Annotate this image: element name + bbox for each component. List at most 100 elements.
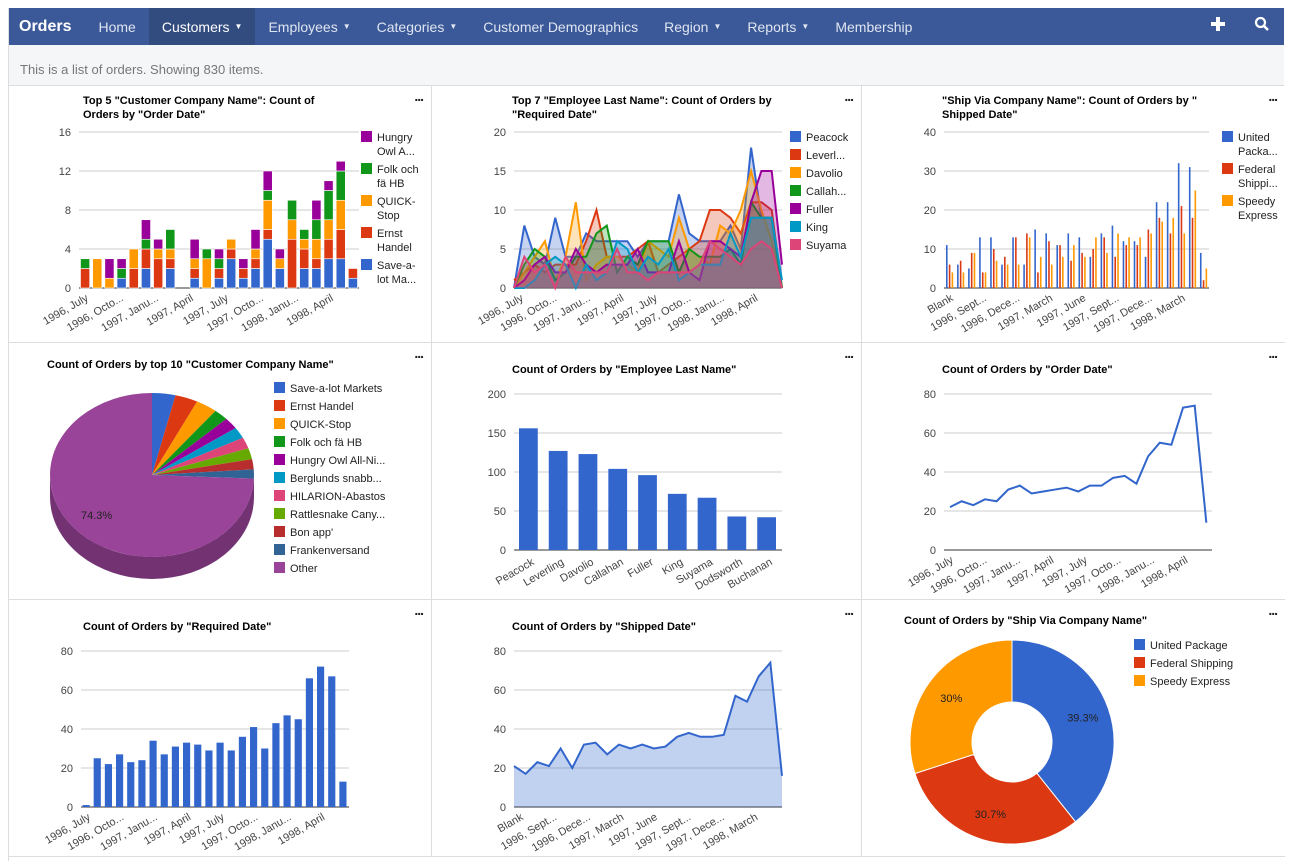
bar [1191,217,1194,288]
bar-segment [299,229,310,240]
chart-title: Count of Orders by "Required Date" [83,621,271,633]
bar [1139,237,1141,288]
nav-item-customer-demographics[interactable]: Customer Demographics [470,8,651,45]
bar [1106,252,1108,288]
bar-segment [116,258,127,269]
bar-segment [128,268,139,289]
bar-segment [250,258,261,269]
y-tick-label: 4 [65,244,71,256]
bar [1169,233,1172,288]
more-options-icon[interactable]: ... [1268,88,1278,104]
bar [519,428,538,550]
y-tick-label: 60 [924,428,936,440]
bar-segment [335,170,346,201]
legend-swatch [361,195,372,206]
nav-item-region[interactable]: Region ▼ [651,8,734,45]
bar [1122,241,1125,288]
caret-down-icon: ▼ [801,22,810,31]
bar [957,264,959,288]
chart-svg: Count of Orders by "Ship Via Company Nam… [904,615,1233,845]
more-options-icon[interactable]: ... [414,602,424,618]
bar [127,762,135,807]
bar [968,268,970,288]
chart-panel-5: ... Count of Orders by "Employee Last Nam… [432,343,862,600]
nav-item-employees[interactable]: Employees ▼ [255,8,363,45]
legend-swatch [1222,163,1233,174]
bar [667,493,687,550]
bar [1070,260,1072,288]
bar [1089,256,1092,288]
bar [160,754,168,807]
nav-item-categories[interactable]: Categories ▼ [364,8,471,45]
nav-menu: Home Customers ▼ Employees ▼ Categories ▼ Custo… [85,8,925,45]
plus-icon[interactable] [1196,15,1240,38]
chart-title: Top 5 "Customer Company Name": Count of [83,95,315,107]
bar [1128,237,1130,288]
bar [1150,233,1152,288]
more-options-icon[interactable]: ... [844,602,854,618]
bar-segment [214,258,224,269]
legend-label: Berglunds snabb... [290,473,382,485]
area-fill [514,662,782,807]
y-tick-label: 50 [494,506,506,518]
caret-down-icon: ▼ [234,22,243,31]
more-options-icon[interactable]: ... [414,88,424,104]
bar-segment [153,248,164,260]
bar [171,746,179,807]
legend-swatch [274,382,285,393]
bar-segment [311,258,322,269]
bar [183,742,191,807]
bar [1017,264,1020,288]
x-tick-label: Fuller [626,556,656,580]
bar [149,740,157,807]
legend-label: Hungry Owl All-Ni... [290,455,385,467]
brand-title[interactable]: Orders [9,18,85,36]
bar [1147,229,1150,288]
bar [339,781,347,807]
bar-segment [274,258,285,269]
chart-title: "Ship Via Company Name": Count of Orders… [942,95,1197,107]
y-tick-label: 80 [61,646,73,658]
legend-swatch [790,239,801,250]
bar [984,272,987,288]
legend-label: Hungry [377,132,413,144]
more-options-icon[interactable]: ... [844,88,854,104]
more-options-icon[interactable]: ... [414,345,424,361]
bar [990,237,992,288]
more-options-icon[interactable]: ... [844,345,854,361]
bar [1045,233,1047,288]
legend-swatch [274,490,285,501]
nav-item-home[interactable]: Home [85,8,148,45]
y-tick-label: 20 [494,763,506,775]
bar [1103,237,1105,288]
bar-segment [226,248,237,260]
bar-segment [335,199,346,230]
bar-segment [201,258,212,289]
bar-segment [335,258,346,289]
nav-item-reports[interactable]: Reports ▼ [734,8,822,45]
y-tick-label: 10 [494,205,506,217]
bar [116,754,124,807]
y-tick-label: 5 [500,244,506,256]
bar [1155,202,1158,288]
nav-item-membership[interactable]: Membership [822,8,925,45]
bar [1117,233,1119,288]
nav-item-customers[interactable]: Customers ▼ [148,8,256,45]
bar-segment [141,248,151,269]
legend-label: Save-a- [377,260,416,272]
more-options-icon[interactable]: ... [1268,602,1278,618]
legend-swatch [274,418,285,429]
y-tick-label: 16 [59,127,71,139]
legend-swatch [274,526,285,537]
legend-swatch [274,472,285,483]
search-icon[interactable] [1240,15,1284,38]
more-options-icon[interactable]: ... [1268,345,1278,361]
legend-label: Callah... [806,186,846,198]
bar [1144,256,1147,288]
bar-segment [128,248,139,269]
bar [1100,233,1103,288]
bar-segment [226,238,237,250]
bar-segment [116,268,127,279]
y-tick-label: 100 [488,467,506,479]
y-tick-label: 20 [924,506,936,518]
